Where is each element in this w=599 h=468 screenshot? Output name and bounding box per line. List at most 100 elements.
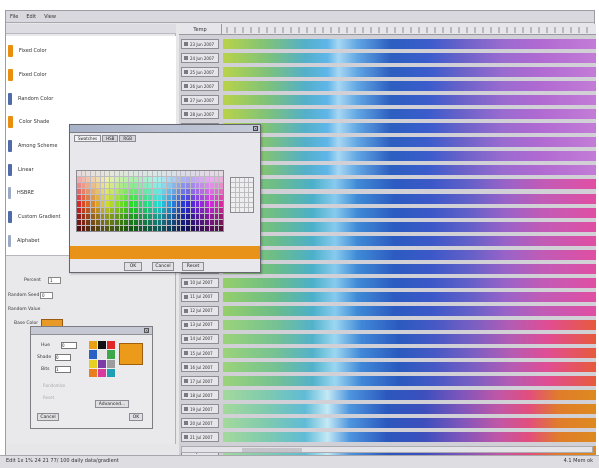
- swatch-cell[interactable]: [77, 213, 81, 219]
- swatch-cell[interactable]: [105, 207, 110, 213]
- gradient-row[interactable]: 17 Jul 2007: [179, 374, 596, 388]
- swatch-cell[interactable]: [138, 225, 143, 231]
- swatch-cell[interactable]: [200, 207, 205, 213]
- swatch-cell[interactable]: [167, 189, 171, 195]
- row-label[interactable]: 17 Jul 2007: [181, 376, 219, 387]
- swatch-cell[interactable]: [190, 195, 195, 201]
- swatch-cell[interactable]: [77, 183, 81, 189]
- swatch-cell[interactable]: [114, 195, 119, 201]
- swatch-cell[interactable]: [86, 189, 91, 195]
- swatch-cell[interactable]: [148, 213, 152, 219]
- swatch-cell[interactable]: [119, 195, 124, 201]
- swatch-cell[interactable]: [186, 225, 190, 231]
- percent-input[interactable]: 1: [48, 277, 61, 284]
- recent-swatch-cell[interactable]: [240, 203, 244, 207]
- swatch-cell[interactable]: [124, 195, 129, 201]
- swatch-cell[interactable]: [190, 201, 195, 207]
- menu-view[interactable]: View: [44, 14, 56, 20]
- swatch-cell[interactable]: [195, 213, 200, 219]
- swatch-cell[interactable]: [138, 201, 143, 207]
- swatch-cell[interactable]: [181, 171, 186, 177]
- swatch-cell[interactable]: [167, 207, 171, 213]
- swatch-cell[interactable]: [91, 183, 95, 189]
- swatch-cell[interactable]: [209, 171, 214, 177]
- recent-swatch-cell[interactable]: [244, 188, 249, 192]
- swatch-cell[interactable]: [195, 189, 200, 195]
- swatch-cell[interactable]: [138, 171, 143, 177]
- swatch-cell[interactable]: [95, 225, 100, 231]
- swatch-cell[interactable]: [114, 225, 119, 231]
- swatch-cell[interactable]: [157, 183, 162, 189]
- swatch-cell[interactable]: [157, 177, 162, 183]
- swatch-cell[interactable]: [205, 213, 209, 219]
- recent-swatch-cell[interactable]: [249, 188, 253, 192]
- swatch-cell[interactable]: [119, 177, 124, 183]
- swatch-cell[interactable]: [95, 189, 100, 195]
- swatch-cell[interactable]: [152, 177, 157, 183]
- swatch-cell[interactable]: [105, 171, 110, 177]
- swatch-cell[interactable]: [124, 183, 129, 189]
- swatch-cell[interactable]: [157, 213, 162, 219]
- swatch-cell[interactable]: [114, 189, 119, 195]
- gradient-bar[interactable]: [223, 39, 596, 49]
- swatch-cell[interactable]: [105, 177, 110, 183]
- swatch-cell[interactable]: [86, 225, 91, 231]
- swatch-cell[interactable]: [110, 225, 114, 231]
- gradient-bar[interactable]: [223, 179, 596, 190]
- swatch-cell[interactable]: [152, 195, 157, 201]
- swatch-cell[interactable]: [214, 171, 219, 177]
- swatch-cell[interactable]: [195, 171, 200, 177]
- gradient-bar[interactable]: [223, 95, 596, 106]
- palette-cell[interactable]: [89, 368, 97, 377]
- swatch-cell[interactable]: [77, 195, 81, 201]
- swatch-cell[interactable]: [181, 207, 186, 213]
- gradient-bar[interactable]: [223, 53, 596, 64]
- swatch-cell[interactable]: [100, 213, 105, 219]
- swatch-cell[interactable]: [157, 219, 162, 225]
- swatch-cell[interactable]: [148, 189, 152, 195]
- swatch-cell[interactable]: [190, 225, 195, 231]
- swatch-cell[interactable]: [214, 207, 219, 213]
- swatch-cell[interactable]: [100, 195, 105, 201]
- recent-swatch-cell[interactable]: [235, 178, 240, 182]
- swatch-cell[interactable]: [190, 171, 195, 177]
- swatch-cell[interactable]: [200, 171, 205, 177]
- swatch-cell[interactable]: [110, 201, 114, 207]
- gradient-bar[interactable]: [223, 109, 596, 120]
- swatch-cell[interactable]: [209, 189, 214, 195]
- palette-cell[interactable]: [107, 368, 115, 377]
- swatch-cell[interactable]: [77, 189, 81, 195]
- swatch-cell[interactable]: [114, 213, 119, 219]
- gradient-bar[interactable]: [223, 193, 596, 204]
- swatch-cell[interactable]: [219, 195, 223, 201]
- swatch-cell[interactable]: [86, 195, 91, 201]
- palette-cell[interactable]: [89, 341, 97, 350]
- recent-swatch-cell[interactable]: [231, 183, 235, 187]
- swatch-cell[interactable]: [95, 201, 100, 207]
- swatch-cell[interactable]: [86, 183, 91, 189]
- swatch-cell[interactable]: [152, 183, 157, 189]
- row-label[interactable]: 11 Jul 2007: [181, 291, 219, 302]
- gradient-bar[interactable]: [223, 67, 596, 78]
- horizontal-scrollbar[interactable]: [181, 446, 593, 453]
- swatch-cell[interactable]: [219, 207, 223, 213]
- swatch-cell[interactable]: [133, 177, 138, 183]
- swatch-cell[interactable]: [190, 207, 195, 213]
- swatch-cell[interactable]: [91, 189, 95, 195]
- recent-swatch-cell[interactable]: [240, 198, 244, 202]
- swatch-cell[interactable]: [186, 207, 190, 213]
- palette-cell[interactable]: [98, 359, 106, 368]
- swatch-cell[interactable]: [186, 189, 190, 195]
- row-label[interactable]: 14 Jul 2007: [181, 333, 219, 344]
- swatch-cell[interactable]: [119, 225, 124, 231]
- swatch-cell[interactable]: [152, 207, 157, 213]
- gradient-bar[interactable]: [223, 404, 596, 415]
- tab-swatches[interactable]: Swatches: [74, 135, 102, 142]
- swatch-cell[interactable]: [110, 189, 114, 195]
- swatch-cell[interactable]: [167, 171, 171, 177]
- mini-palette[interactable]: [89, 341, 115, 377]
- recent-swatch-cell[interactable]: [244, 208, 249, 212]
- swatch-cell[interactable]: [214, 201, 219, 207]
- swatch-cell[interactable]: [138, 183, 143, 189]
- swatch-cell[interactable]: [214, 183, 219, 189]
